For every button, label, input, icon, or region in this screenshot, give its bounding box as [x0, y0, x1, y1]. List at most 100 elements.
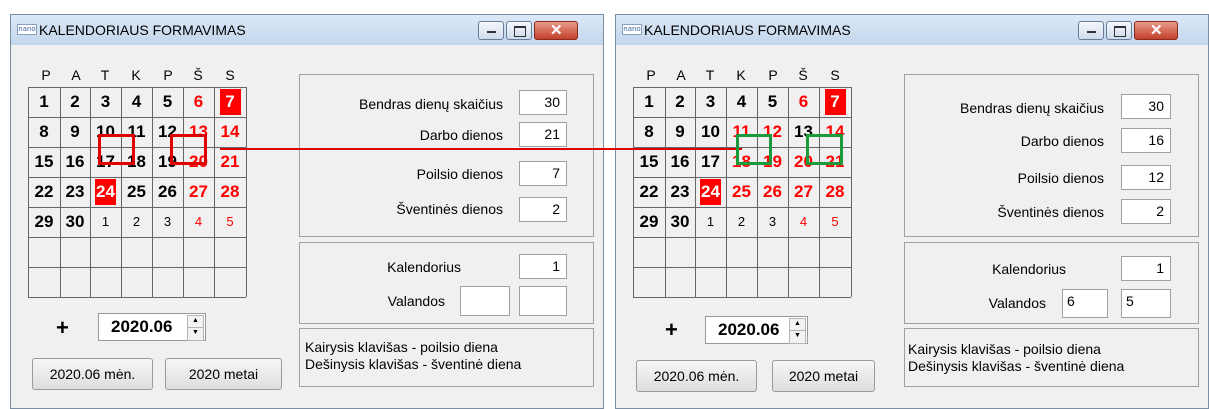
calendar-day-cell[interactable]: 14 — [220, 119, 241, 145]
calendar-day-cell[interactable]: 16 — [65, 149, 86, 175]
calendar-day-cell[interactable]: 25 — [731, 179, 752, 205]
calendar-day-cell[interactable]: 1 — [34, 89, 55, 115]
calendar-day-cell[interactable]: 16 — [670, 149, 691, 175]
calendar-day-cell[interactable]: 1 — [95, 209, 116, 235]
grid-line — [28, 237, 246, 238]
calendar-day-cell[interactable]: 6 — [188, 89, 209, 115]
grid-line — [819, 87, 820, 297]
calendar-day-cell[interactable]: 1 — [700, 209, 721, 235]
calendar-day-cell[interactable]: 3 — [762, 209, 783, 235]
calendar-day-cell[interactable]: 30 — [65, 209, 86, 235]
close-button[interactable]: ✕ — [1134, 21, 1178, 40]
calendar-day-cell[interactable]: 27 — [188, 179, 209, 205]
holiday-days-field[interactable]: 2 — [519, 197, 567, 222]
total-days-field[interactable]: 30 — [519, 90, 567, 115]
calendar-day-cell[interactable]: 28 — [825, 179, 846, 205]
calendar-day-cell[interactable]: 27 — [793, 179, 814, 205]
hours-field-b[interactable]: 5 — [1121, 289, 1171, 318]
calendar-day-cell[interactable]: 9 — [670, 119, 691, 145]
calendar-day-cell[interactable]: 3 — [700, 89, 721, 115]
calendar-day-cell[interactable]: 2 — [731, 209, 752, 235]
calendar-day-cell[interactable]: 7 — [824, 89, 846, 115]
grid-line — [60, 87, 61, 297]
month-spinner[interactable]: 2020.06 ▲ ▼ — [705, 316, 808, 344]
calendar-day-cell[interactable]: 2 — [126, 209, 147, 235]
calendar-day-cell[interactable]: 3 — [157, 209, 178, 235]
calendar-day-cell[interactable]: 5 — [220, 209, 241, 235]
calendar-day-cell[interactable]: 4 — [126, 89, 147, 115]
calendar-day-cell[interactable]: 21 — [220, 149, 241, 175]
calendar-day-cell[interactable]: 24 — [95, 179, 116, 205]
month-button[interactable]: 2020.06 mėn. — [636, 360, 757, 392]
calendar-day-cell[interactable]: 5 — [762, 89, 783, 115]
calendar-day-cell[interactable]: 22 — [639, 179, 660, 205]
grid-line — [633, 267, 851, 268]
calendar-field[interactable]: 1 — [1121, 256, 1171, 281]
calendar-day-cell[interactable]: 29 — [639, 209, 660, 235]
calendar-field[interactable]: 1 — [519, 254, 567, 279]
total-days-field[interactable]: 30 — [1121, 94, 1171, 119]
calendar-day-cell[interactable]: 26 — [762, 179, 783, 205]
rest-days-field[interactable]: 12 — [1121, 165, 1171, 190]
calendar-day-cell[interactable]: 8 — [34, 119, 55, 145]
calendar-day-cell[interactable]: 1 — [639, 89, 660, 115]
work-days-field[interactable]: 21 — [519, 122, 567, 147]
grid-line — [633, 87, 634, 297]
highlight-left-day-12 — [170, 134, 207, 165]
title-bar[interactable]: nano KALENDORIAUS FORMAVIMAS ✕ — [11, 15, 603, 45]
add-button[interactable]: + — [56, 315, 69, 341]
hours-field-b[interactable] — [519, 286, 567, 316]
calendar-day-cell[interactable]: 5 — [825, 209, 846, 235]
calendar-day-cell[interactable]: 2 — [670, 89, 691, 115]
title-bar[interactable]: nano KALENDORIAUS FORMAVIMAS ✕ — [616, 15, 1208, 45]
grid-line — [695, 87, 696, 297]
calendar-day-cell[interactable]: 17 — [700, 149, 721, 175]
calendar-day-cell[interactable]: 15 — [639, 149, 660, 175]
rest-days-field[interactable]: 7 — [519, 161, 567, 186]
calendar-day-cell[interactable]: 15 — [34, 149, 55, 175]
weekday-label: Š — [193, 67, 203, 83]
maximize-button[interactable] — [506, 21, 532, 40]
year-button[interactable]: 2020 metai — [772, 360, 875, 392]
window-title: KALENDORIAUS FORMAVIMAS — [644, 22, 851, 38]
close-button[interactable]: ✕ — [534, 21, 578, 40]
calendar-day-cell[interactable]: 30 — [670, 209, 691, 235]
calendar-day-cell[interactable]: 3 — [95, 89, 116, 115]
holiday-days-field[interactable]: 2 — [1121, 199, 1171, 224]
calendar-day-cell[interactable]: 9 — [65, 119, 86, 145]
calendar-day-cell[interactable]: 26 — [157, 179, 178, 205]
calendar-day-cell[interactable]: 10 — [700, 119, 721, 145]
calendar-day-cell[interactable]: 2 — [65, 89, 86, 115]
work-days-field[interactable]: 16 — [1121, 128, 1171, 153]
weekday-label: Š — [798, 67, 808, 83]
year-button[interactable]: 2020 metai — [165, 358, 282, 390]
calendar-day-cell[interactable]: 5 — [157, 89, 178, 115]
grid-line — [28, 177, 246, 178]
minimize-button[interactable] — [478, 21, 504, 40]
maximize-button[interactable] — [1106, 21, 1132, 40]
hours-field-a[interactable] — [460, 286, 510, 316]
calendar-day-cell[interactable]: 4 — [188, 209, 209, 235]
calendar-day-cell[interactable]: 7 — [219, 89, 241, 115]
calendar-day-cell[interactable]: 23 — [65, 179, 86, 205]
calendar-day-cell[interactable]: 29 — [34, 209, 55, 235]
calendar-day-cell[interactable]: 8 — [639, 119, 660, 145]
spinner-down-icon[interactable]: ▼ — [789, 330, 806, 344]
calendar-day-cell[interactable]: 24 — [700, 179, 721, 205]
hours-field-a[interactable]: 6 — [1062, 289, 1108, 318]
calendar-day-cell[interactable]: 28 — [220, 179, 241, 205]
spinner-down-icon[interactable]: ▼ — [187, 327, 204, 341]
weekday-label: S — [225, 67, 235, 83]
weekday-label: P — [768, 67, 778, 83]
minimize-icon — [487, 31, 496, 33]
calendar-day-cell[interactable]: 23 — [670, 179, 691, 205]
calendar-day-cell[interactable]: 4 — [731, 89, 752, 115]
calendar-day-cell[interactable]: 22 — [34, 179, 55, 205]
calendar-day-cell[interactable]: 4 — [793, 209, 814, 235]
calendar-day-cell[interactable]: 6 — [793, 89, 814, 115]
calendar-day-cell[interactable]: 25 — [126, 179, 147, 205]
add-button[interactable]: + — [665, 317, 678, 343]
minimize-button[interactable] — [1078, 21, 1104, 40]
month-spinner[interactable]: 2020.06 ▲ ▼ — [98, 313, 206, 341]
month-button[interactable]: 2020.06 mėn. — [32, 358, 153, 390]
